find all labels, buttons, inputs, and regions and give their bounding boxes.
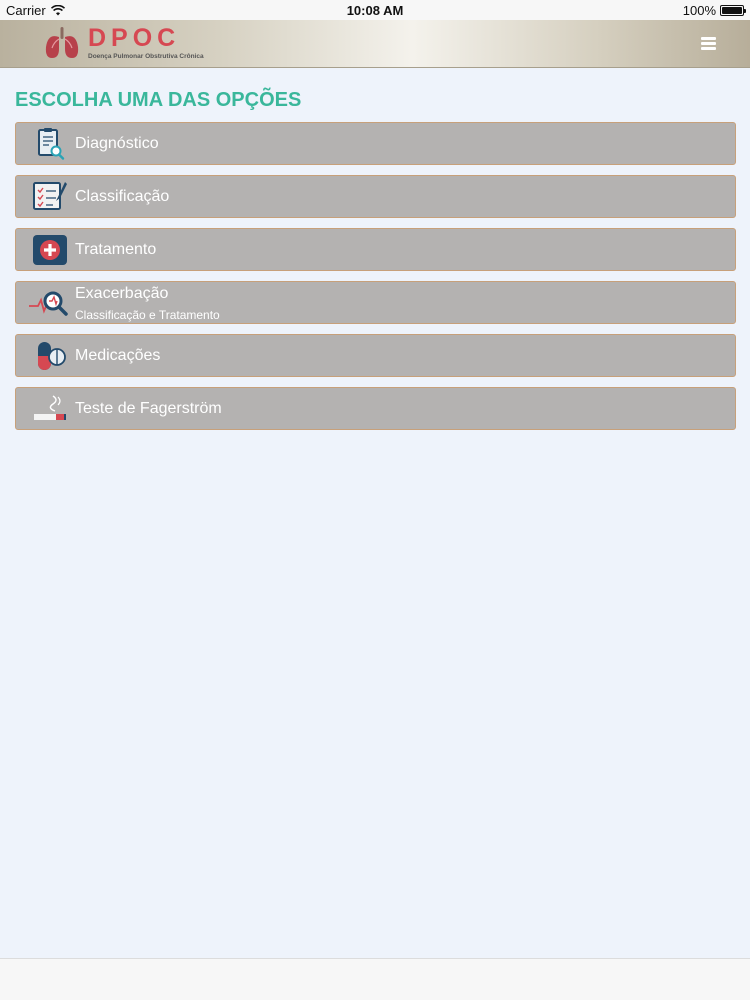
- app-header: DPOC Doença Pulmonar Obstrutiva Crônica: [0, 20, 750, 68]
- option-label: Teste de Fagerström: [75, 400, 222, 417]
- hamburger-menu-icon[interactable]: [701, 37, 716, 51]
- option-label: Tratamento: [75, 241, 157, 258]
- option-label: Diagnóstico: [75, 135, 159, 152]
- checklist-pencil-icon: [33, 182, 67, 210]
- battery-indicator: 100%: [682, 3, 746, 18]
- option-diagnostico[interactable]: Diagnóstico: [15, 122, 736, 165]
- heartbeat-magnifier-icon: [29, 291, 68, 316]
- option-tratamento[interactable]: Tratamento: [15, 228, 736, 271]
- cigarette-icon: [34, 395, 66, 420]
- option-sublabel: Classificação e Tratamento: [75, 308, 220, 322]
- page-title: ESCOLHA UMA DAS OPÇÕES: [15, 89, 302, 111]
- option-exacerbacao[interactable]: Exacerbação Classificação e Tratamento: [15, 281, 736, 324]
- option-label: Classificação: [75, 188, 170, 205]
- option-medicacoes[interactable]: Medicações: [15, 334, 736, 377]
- options-list: Diagnóstico Classificação Tratamento Exa…: [15, 122, 736, 440]
- option-label: Exacerbação: [75, 285, 169, 302]
- bottom-toolbar: [0, 958, 750, 1000]
- pill-capsule-icon: [38, 342, 66, 370]
- clipboard-magnifier-icon: [38, 128, 65, 160]
- lungs-icon: [45, 27, 79, 58]
- battery-percent: 100%: [682, 3, 716, 18]
- status-time: 10:08 AM: [346, 3, 404, 18]
- brand-title: DPOC: [88, 23, 181, 52]
- app-logo: DPOC Doença Pulmonar Obstrutiva Crônica: [42, 25, 204, 61]
- brand-subtitle: Doença Pulmonar Obstrutiva Crônica: [88, 52, 204, 60]
- medical-cross-icon: [33, 235, 67, 265]
- option-teste-fagerstrom[interactable]: Teste de Fagerström: [15, 387, 736, 430]
- battery-icon: [720, 5, 746, 16]
- status-bar: Carrier 10:08 AM 100%: [0, 0, 750, 20]
- option-label: Medicações: [75, 347, 161, 364]
- option-classificacao[interactable]: Classificação: [15, 175, 736, 218]
